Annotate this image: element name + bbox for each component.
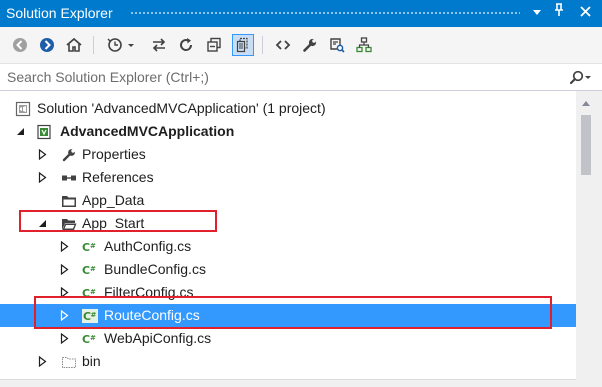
highlight-box-routeconfig	[34, 296, 552, 329]
code-brackets-icon	[275, 40, 291, 50]
view-code-button[interactable]	[272, 34, 294, 56]
collapsed-arrow-icon[interactable]	[36, 148, 48, 161]
sync-with-active-document-button[interactable]	[148, 34, 170, 56]
sync-icon	[152, 38, 166, 52]
collapse-all-button[interactable]	[203, 34, 225, 56]
dropdown-arrow-icon[interactable]	[528, 3, 546, 23]
hidden-folder-icon	[61, 354, 77, 370]
tree-item-label: App_Data	[82, 192, 145, 208]
show-all-files-icon	[236, 37, 248, 53]
tree-item-label: BundleConfig.cs	[104, 261, 206, 277]
svg-text:C: C	[82, 241, 90, 254]
collapsed-arrow-icon[interactable]	[58, 263, 70, 276]
search-icon	[569, 70, 591, 85]
view-class-diagram-button[interactable]	[353, 34, 375, 56]
tree-item-bin[interactable]: bin	[0, 350, 576, 373]
show-all-files-button[interactable]	[232, 34, 254, 56]
tree-item-label: AuthConfig.cs	[104, 238, 192, 254]
vertical-scrollbar[interactable]	[576, 91, 602, 387]
forward-arrow-icon	[40, 38, 54, 52]
svg-text:#: #	[90, 242, 96, 250]
solution-tree: Solution 'AdvancedMVCApplication' (1 pro…	[0, 91, 576, 387]
tree-item-references[interactable]: References	[0, 166, 576, 189]
preview-selected-items-button[interactable]	[326, 34, 348, 56]
tool-window-titlebar: Solution Explorer	[0, 0, 602, 27]
expanded-arrow-icon[interactable]	[14, 125, 26, 138]
refresh-icon	[180, 38, 193, 51]
pin-icon[interactable]	[550, 3, 568, 23]
search-options-button[interactable]	[562, 68, 598, 88]
csharp-file-icon: C #	[82, 239, 98, 255]
tree-item-project[interactable]: AdvancedMVCApplication	[0, 120, 576, 143]
tree-item-authconfig[interactable]: C # AuthConfig.cs	[0, 235, 576, 258]
svg-text:C: C	[82, 264, 90, 277]
tree-item-bundleconfig[interactable]: C # BundleConfig.cs	[0, 258, 576, 281]
collapse-all-icon	[207, 37, 221, 52]
tree-item-label: Solution 'AdvancedMVCApplication' (1 pro…	[37, 100, 326, 116]
toolbar-separator	[93, 36, 94, 54]
tree-item-label: References	[82, 169, 154, 185]
window-title: Solution Explorer	[6, 5, 113, 21]
svg-text:#: #	[90, 288, 96, 296]
svg-text:C: C	[82, 333, 90, 346]
class-diagram-icon	[356, 37, 372, 53]
toolbar-separator	[262, 36, 263, 54]
back-button[interactable]	[9, 34, 31, 56]
highlight-box-app-start	[19, 210, 217, 232]
collapsed-arrow-icon[interactable]	[36, 355, 48, 368]
titlebar-drag-grip[interactable]	[130, 11, 520, 16]
web-project-icon	[36, 124, 52, 140]
scroll-up-arrow-icon[interactable]	[576, 97, 596, 109]
home-icon	[66, 37, 82, 52]
tree-item-label: Properties	[82, 146, 146, 162]
preview-icon	[330, 38, 345, 53]
search-input[interactable]	[0, 64, 560, 90]
svg-text:#: #	[90, 265, 96, 273]
csharp-file-icon: C #	[82, 331, 98, 347]
references-icon	[61, 170, 77, 186]
tree-item-solution[interactable]: Solution 'AdvancedMVCApplication' (1 pro…	[0, 97, 576, 120]
clock-icon	[107, 38, 134, 52]
tree-item-label: bin	[82, 353, 101, 369]
tree-item-properties[interactable]: Properties	[0, 143, 576, 166]
close-icon[interactable]	[576, 3, 594, 23]
solution-icon	[15, 101, 31, 117]
collapsed-arrow-icon[interactable]	[58, 240, 70, 253]
collapsed-arrow-icon[interactable]	[36, 171, 48, 184]
pending-changes-filter-button[interactable]	[104, 34, 138, 56]
forward-button[interactable]	[36, 34, 58, 56]
tree-item-webapiconfig[interactable]: C # WebApiConfig.cs	[0, 327, 576, 350]
home-button[interactable]	[63, 34, 85, 56]
scrollbar-thumb[interactable]	[581, 115, 591, 175]
back-arrow-icon	[13, 38, 27, 52]
horizontal-scrollbar[interactable]	[0, 379, 576, 387]
wrench-icon	[303, 38, 317, 52]
svg-text:#: #	[90, 334, 96, 342]
folder-icon	[61, 193, 77, 209]
csharp-file-icon: C #	[82, 262, 98, 278]
properties-button[interactable]	[299, 34, 321, 56]
collapsed-arrow-icon[interactable]	[58, 332, 70, 345]
wrench-icon	[61, 147, 77, 163]
solution-explorer-toolbar	[0, 27, 602, 63]
refresh-button[interactable]	[175, 34, 197, 56]
search-box	[0, 63, 602, 91]
tree-item-label: WebApiConfig.cs	[104, 330, 212, 346]
tree-item-label: AdvancedMVCApplication	[60, 123, 235, 139]
tree-item-app-data[interactable]: App_Data	[0, 189, 576, 212]
